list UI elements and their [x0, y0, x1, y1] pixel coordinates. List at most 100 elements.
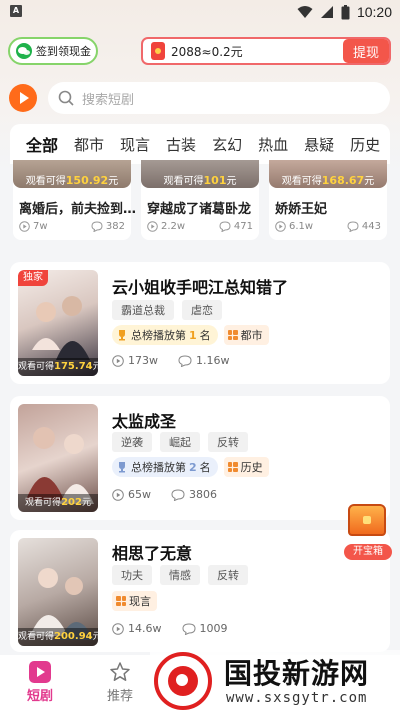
comment-icon [181, 622, 196, 635]
tab-modern-romance[interactable]: 现言 [120, 134, 150, 155]
drama-badges: 总榜播放第 2 名 历史 [112, 457, 269, 477]
coin-balance-bar[interactable]: 2088≈0.2元 提现 [141, 37, 391, 65]
play-icon [112, 488, 124, 501]
search-placeholder: 搜索短剧 [82, 92, 135, 108]
watermark-title: 国投新游网 [224, 657, 370, 690]
tab-urban[interactable]: 都市 [74, 134, 104, 155]
top-card[interactable]: 观看可得168.67元 娇娇王妃 6.1w 443 [269, 160, 387, 240]
coin-balance-text: 2088≈0.2元 [171, 44, 243, 59]
genre-badge[interactable]: 历史 [223, 457, 269, 477]
drama-stats: 65w 3806 [112, 488, 217, 501]
status-bar: A 10:20 [0, 0, 400, 24]
view-count: 6.1w [275, 221, 313, 232]
category-icon [116, 596, 126, 606]
drama-cover: 观看可得200.94元 [18, 538, 98, 646]
trophy-icon [119, 330, 125, 341]
tab-history[interactable]: 历史 [350, 134, 380, 155]
earn-label: 观看可得168.67元 [281, 174, 375, 187]
drama-tag[interactable]: 逆袭 [112, 432, 152, 452]
comment-count: 443 [347, 221, 381, 232]
watermark-logo-icon [154, 652, 212, 710]
top-card-title: 穿越成了诸葛卧龙 [147, 202, 252, 217]
red-packet-icon [151, 42, 165, 60]
earn-label: 观看可得101元 [163, 174, 237, 187]
drama-tag[interactable]: 功夫 [112, 565, 152, 585]
category-icon [227, 462, 238, 472]
search-icon [58, 90, 74, 106]
top-card-cover: 观看可得168.67元 [269, 160, 387, 188]
drama-card[interactable]: 观看可得200.94元 相思了无意 功夫 情感 反转 现言 14.6w 1009 [10, 530, 390, 652]
wechat-icon [16, 43, 32, 59]
drama-tag[interactable]: 情感 [160, 565, 200, 585]
top-card[interactable]: 观看可得101元 穿越成了诸葛卧龙 2.2w 471 [141, 160, 259, 240]
rank-badge[interactable]: 总榜播放第 2 名 [112, 457, 218, 477]
genre-badge[interactable]: 现言 [112, 591, 157, 611]
withdraw-button[interactable]: 提现 [343, 39, 389, 63]
tab-action[interactable]: 热血 [258, 134, 288, 155]
rank-badge[interactable]: 总榜播放第 1 名 [112, 325, 218, 345]
drama-cover: 独家 观看可得175.74元 [18, 270, 98, 376]
play-icon [147, 221, 158, 232]
top-card-row: 观看可得150.92元 离婚后，前夫捡到… 7w 382 观看可得101元 穿越… [13, 160, 387, 240]
drama-cover: 观看可得202元 [18, 404, 98, 512]
comment-count: 382 [91, 221, 125, 232]
drama-badges: 总榜播放第 1 名 都市 [112, 325, 269, 345]
dramas-icon [29, 661, 51, 683]
drama-tag[interactable]: 反转 [208, 432, 248, 452]
category-icon [227, 330, 238, 340]
wifi-icon [297, 6, 313, 18]
drama-card[interactable]: 独家 观看可得175.74元 云小姐收手吧江总知错了 霸道总裁 虐恋 总榜播放第… [10, 262, 390, 384]
play-icon [112, 622, 124, 635]
comment-count: 1.16w [196, 354, 230, 367]
drama-badges: 现言 [112, 591, 157, 611]
checkin-label: 签到领现金 [36, 45, 91, 58]
drama-stats: 14.6w 1009 [112, 622, 228, 635]
watermark-url: www.sxsgytr.com [226, 690, 368, 706]
tab-costume[interactable]: 古装 [166, 134, 196, 155]
exclusive-badge: 独家 [18, 270, 48, 286]
earn-label: 观看可得150.92元 [25, 174, 119, 187]
comment-count: 471 [219, 221, 253, 232]
view-count: 173w [128, 354, 158, 367]
nav-dramas-label: 短剧 [26, 689, 53, 704]
view-count: 14.6w [128, 622, 162, 635]
drama-tag[interactable]: 霸道总裁 [112, 300, 174, 320]
comment-icon [219, 221, 231, 232]
app-logo-icon[interactable] [9, 84, 37, 112]
drama-title: 太监成圣 [112, 412, 177, 431]
top-card-cover: 观看可得101元 [141, 160, 259, 188]
top-card-title: 娇娇王妃 [275, 202, 328, 217]
treasure-label: 开宝箱 [344, 544, 392, 560]
comment-icon [178, 354, 192, 367]
drama-tag[interactable]: 崛起 [160, 432, 200, 452]
open-treasure-button[interactable]: 开宝箱 [340, 500, 396, 562]
tab-suspense[interactable]: 悬疑 [304, 134, 334, 155]
battery-icon [341, 4, 350, 19]
top-card[interactable]: 观看可得150.92元 离婚后，前夫捡到… 7w 382 [13, 160, 136, 240]
search-input[interactable]: 搜索短剧 [48, 82, 390, 114]
nav-dramas[interactable]: 短剧 [10, 661, 70, 704]
checkin-cash-button[interactable]: 签到领现金 [8, 37, 98, 65]
genre-badge[interactable]: 都市 [223, 325, 269, 345]
star-icon [110, 662, 130, 681]
category-tabs: 全部 都市 现言 古装 玄幻 热血 悬疑 历史 [10, 124, 390, 164]
view-count: 65w [128, 488, 151, 501]
drama-stats: 173w 1.16w [112, 354, 230, 367]
clock: 10:20 [356, 4, 392, 20]
tab-fantasy[interactable]: 玄幻 [212, 134, 242, 155]
drama-tags: 逆袭 崛起 反转 [112, 432, 248, 452]
comment-count: 3806 [189, 488, 217, 501]
tab-all[interactable]: 全部 [26, 132, 58, 156]
drama-title: 云小姐收手吧江总知错了 [112, 278, 289, 297]
drama-tags: 霸道总裁 虐恋 [112, 300, 222, 320]
comment-icon [91, 221, 103, 232]
drama-tag[interactable]: 反转 [208, 565, 248, 585]
drama-tag[interactable]: 虐恋 [182, 300, 222, 320]
earn-label: 观看可得200.94元 [18, 628, 98, 646]
treasure-chest-icon [348, 504, 386, 536]
status-icons: 10:20 [297, 3, 392, 21]
nav-recommend[interactable]: 推荐 [90, 661, 150, 704]
drama-card[interactable]: 观看可得202元 太监成圣 逆袭 崛起 反转 总榜播放第 2 名 历史 65w 38… [10, 396, 390, 520]
play-icon [275, 221, 286, 232]
top-card-title: 离婚后，前夫捡到… [19, 202, 137, 217]
